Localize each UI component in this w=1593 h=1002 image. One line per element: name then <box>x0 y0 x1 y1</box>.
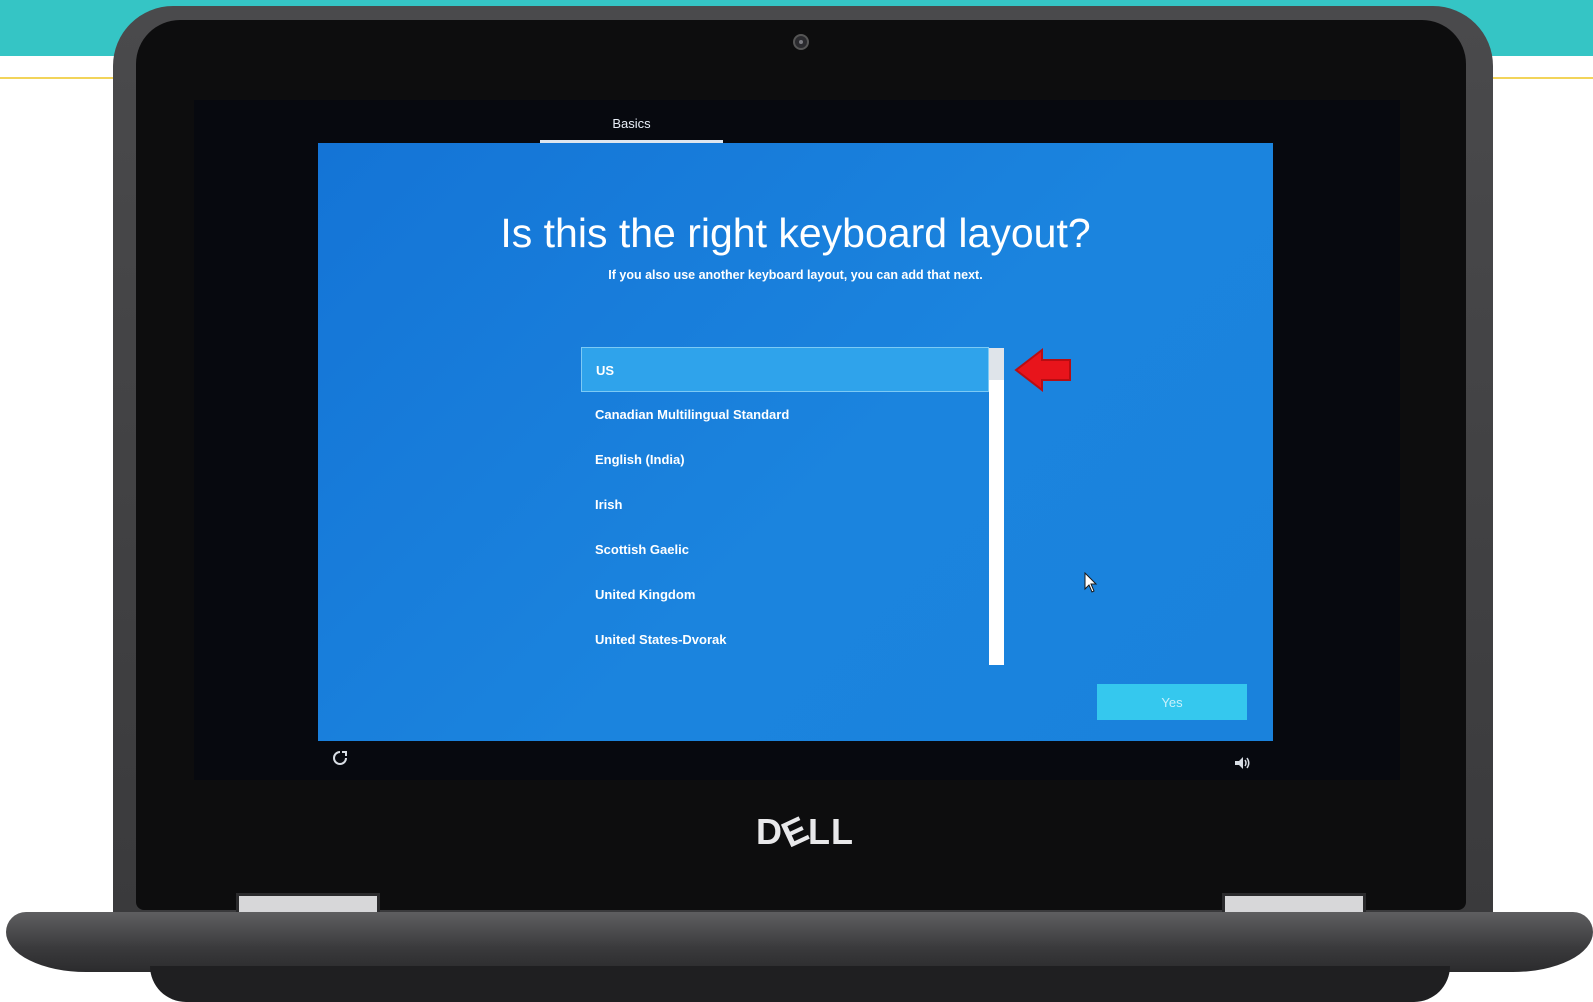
list-scrollbar[interactable] <box>989 348 1004 665</box>
laptop-base <box>6 912 1593 972</box>
dell-logo: DELL <box>756 807 854 856</box>
webcam-icon <box>793 34 809 50</box>
keyboard-layout-item-scottish-gaelic[interactable]: Scottish Gaelic <box>581 527 989 572</box>
keyboard-layout-item-us-dvorak[interactable]: United States-Dvorak <box>581 617 989 662</box>
tab-basics: Basics <box>612 116 651 131</box>
keyboard-layout-item-us[interactable]: US <box>581 347 989 392</box>
keyboard-layout-item-irish[interactable]: Irish <box>581 482 989 527</box>
cursor-icon <box>1084 572 1098 593</box>
page-subtitle: If you also use another keyboard layout,… <box>608 268 983 282</box>
left-hinge <box>236 893 380 913</box>
tutorial-image: Basics Is this the right keyboard layout… <box>0 0 1593 1002</box>
list-scrollbar-thumb[interactable] <box>989 348 1004 380</box>
page-title: Is this the right keyboard layout? <box>500 210 1091 256</box>
volume-icon[interactable] <box>1234 756 1252 770</box>
yes-button[interactable]: Yes <box>1097 684 1247 720</box>
keyboard-layout-list[interactable]: US Canadian Multilingual Standard Englis… <box>581 347 1001 665</box>
power-icon[interactable] <box>331 749 349 767</box>
keyboard-layout-item-canadian-multilingual[interactable]: Canadian Multilingual Standard <box>581 392 989 437</box>
right-hinge <box>1222 893 1366 913</box>
laptop-base-shadow <box>150 966 1450 1002</box>
keyboard-layout-item-english-india[interactable]: English (India) <box>581 437 989 482</box>
red-arrow-icon <box>1014 347 1071 393</box>
keyboard-layout-item-united-kingdom[interactable]: United Kingdom <box>581 572 989 617</box>
